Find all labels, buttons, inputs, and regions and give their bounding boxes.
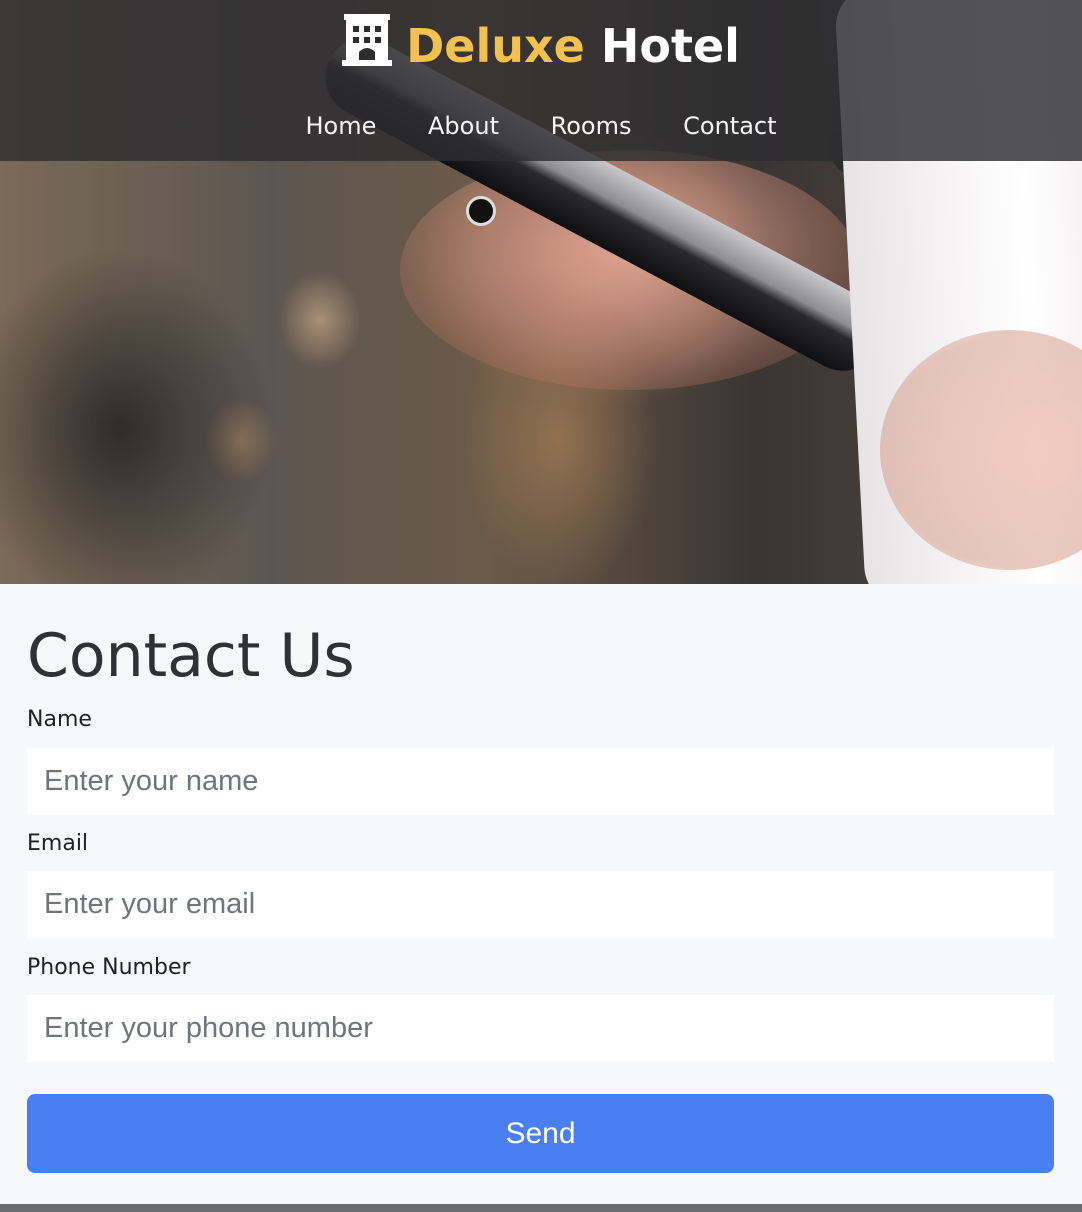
brand-main-word: Hotel [600, 19, 740, 73]
navbar: Deluxe Hotel Home About Rooms Contact [0, 0, 1082, 161]
brand-logo[interactable]: Deluxe Hotel [0, 14, 1082, 80]
main-nav: Home About Rooms Contact [0, 104, 1082, 148]
page-title: Contact Us [27, 621, 355, 691]
nav-item-home[interactable]: Home [306, 104, 377, 148]
email-label: Email [27, 831, 89, 856]
name-label: Name [27, 707, 92, 732]
phone-label: Phone Number [27, 955, 191, 980]
footer-strip [0, 1204, 1082, 1212]
nav-item-contact[interactable]: Contact [683, 104, 776, 148]
brand-accent-word: Deluxe [406, 19, 585, 73]
hotel-icon [342, 14, 393, 80]
send-button[interactable]: Send [27, 1094, 1054, 1173]
phone-input[interactable] [27, 995, 1054, 1062]
nav-item-rooms[interactable]: Rooms [551, 104, 632, 148]
nav-item-about[interactable]: About [428, 104, 499, 148]
name-input[interactable] [27, 748, 1054, 815]
email-input[interactable] [27, 871, 1054, 938]
phone-jack-shape [466, 196, 496, 226]
